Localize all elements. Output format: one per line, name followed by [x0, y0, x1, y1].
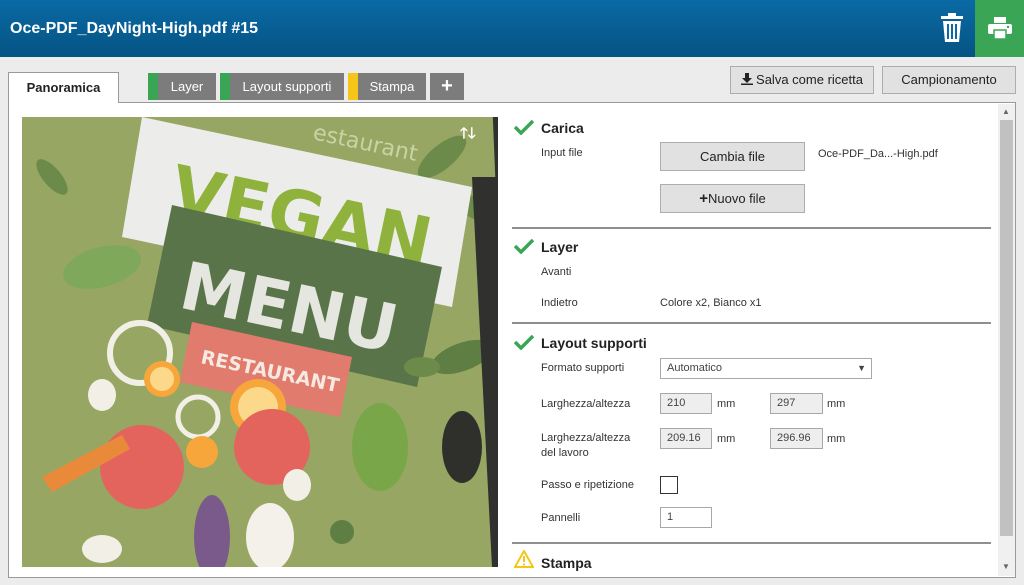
height-value: 297	[777, 397, 796, 409]
work-size-label-1: Larghezza/altezza	[541, 432, 631, 444]
document-preview: estaurant VEGAN MENU RESTAURANT	[22, 117, 498, 567]
tab-label: Layout supporti	[242, 79, 332, 94]
step-repeat-checkbox[interactable]	[660, 476, 678, 494]
new-file-button[interactable]: +Nuovo file	[660, 184, 805, 213]
download-icon	[741, 73, 754, 85]
section-divider	[512, 542, 991, 544]
tab-panoramica[interactable]: Panoramica	[8, 72, 119, 103]
scroll-thumb[interactable]	[1000, 120, 1013, 536]
work-width-unit: mm	[717, 433, 736, 445]
add-tab-button[interactable]: +	[430, 73, 464, 100]
trash-icon	[941, 13, 963, 42]
scroll-down-icon[interactable]: ▼	[1002, 562, 1010, 571]
work-width-value: 209.16	[667, 432, 701, 444]
tab-label: Stampa	[369, 79, 415, 94]
tab-label: Panoramica	[26, 80, 101, 95]
status-stripe	[348, 73, 358, 100]
back-value: Colore x2, Bianco x1	[660, 297, 762, 309]
work-height-field[interactable]: 296.96	[770, 428, 823, 449]
width-value: 210	[667, 397, 686, 409]
section-title-layer: Layer	[541, 239, 579, 255]
section-title-layout: Layout supporti	[541, 335, 647, 351]
tab-label: Layer	[170, 79, 204, 94]
change-file-label: Cambia file	[699, 149, 766, 164]
input-filename: Oce-PDF_Da...-High.pdf	[818, 148, 938, 160]
sampling-label: Campionamento	[901, 72, 997, 87]
plus-icon: +	[699, 190, 708, 207]
work-size-label-2: del lavoro	[541, 447, 589, 459]
settings-scrollbar[interactable]: ▲ ▼	[998, 104, 1015, 576]
work-height-unit: mm	[827, 433, 846, 445]
height-field[interactable]: 297	[770, 393, 823, 414]
step-repeat-label: Passo e ripetizione	[541, 479, 634, 491]
plus-icon: +	[441, 75, 453, 97]
change-file-button[interactable]: Cambia file	[660, 142, 805, 171]
media-format-value: Automatico	[667, 362, 723, 374]
print-button[interactable]	[975, 0, 1024, 57]
width-field[interactable]: 210	[660, 393, 712, 414]
preview-sort-arrows[interactable]: 🡑🡓	[460, 123, 476, 148]
title-bar: Oce-PDF_DayNight-High.pdf #15	[0, 0, 1024, 57]
height-unit: mm	[827, 398, 846, 410]
work-height-value: 296.96	[777, 432, 811, 444]
save-recipe-button[interactable]: Salva come ricetta	[730, 66, 874, 94]
section-title-stampa: Stampa	[541, 555, 592, 571]
media-format-select[interactable]: Automatico ▼	[660, 358, 872, 379]
scroll-up-icon[interactable]: ▲	[1002, 107, 1010, 116]
tab-layer[interactable]: Layer	[148, 73, 216, 100]
warning-icon	[514, 550, 534, 568]
input-file-label: Input file	[541, 147, 583, 159]
job-title: Oce-PDF_DayNight-High.pdf #15	[10, 20, 259, 37]
check-icon	[514, 119, 534, 135]
check-icon	[514, 334, 534, 350]
section-divider	[512, 227, 991, 229]
preview-image: estaurant VEGAN MENU RESTAURANT	[22, 117, 498, 567]
save-recipe-label: Salva come ricetta	[756, 72, 863, 87]
section-title-carica: Carica	[541, 120, 584, 136]
panels-value: 1	[667, 511, 674, 523]
arrow-down-icon[interactable]: 🡓	[468, 125, 476, 142]
tab-stampa[interactable]: Stampa	[348, 73, 426, 100]
panels-label: Pannelli	[541, 512, 581, 524]
section-divider	[512, 322, 991, 324]
panels-field[interactable]: 1	[660, 507, 712, 528]
arrow-up-icon[interactable]: 🡑	[460, 125, 468, 142]
status-stripe	[220, 73, 230, 100]
chevron-down-icon: ▼	[857, 363, 866, 373]
check-icon	[514, 238, 534, 254]
front-label: Avanti	[541, 266, 572, 278]
delete-button[interactable]	[938, 12, 966, 44]
new-file-label: Nuovo file	[707, 191, 766, 206]
sampling-button[interactable]: Campionamento	[882, 66, 1016, 94]
status-stripe	[148, 73, 158, 100]
printer-icon	[988, 17, 1012, 39]
back-label: Indietro	[541, 297, 578, 309]
tab-layout-supporti[interactable]: Layout supporti	[220, 73, 344, 100]
work-width-field[interactable]: 209.16	[660, 428, 712, 449]
media-format-label: Formato supporti	[541, 362, 625, 374]
width-unit: mm	[717, 398, 736, 410]
size-label: Larghezza/altezza	[541, 398, 631, 410]
